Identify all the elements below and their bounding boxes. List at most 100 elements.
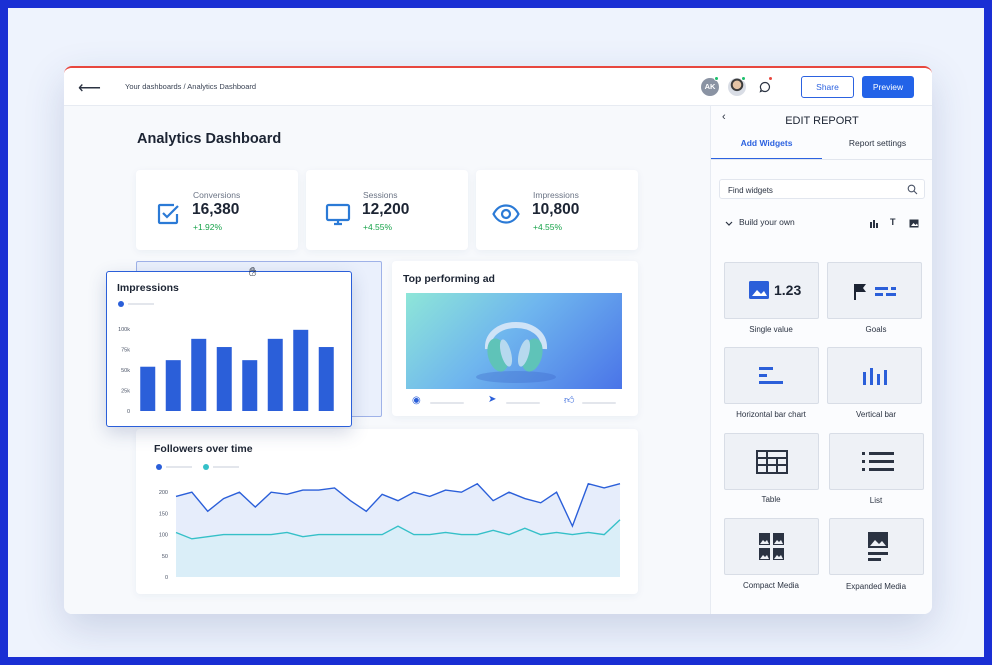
- widget-label: List: [869, 496, 883, 505]
- share-button[interactable]: Share: [801, 76, 854, 98]
- expanded-media-icon: [868, 532, 888, 561]
- kpi-card-conversions[interactable]: Conversions 16,380 +1.92%: [136, 170, 298, 250]
- widget-vertical-bar[interactable]: [827, 347, 922, 404]
- table-icon: [756, 450, 788, 474]
- app-window: ⟵ Your dashboards / Analytics Dashboard …: [64, 66, 932, 614]
- image-icon[interactable]: [909, 219, 919, 228]
- widget-label: Single value: [749, 325, 793, 334]
- edit-report-panel: ‹ EDIT REPORT Add Widgets Report setting…: [710, 106, 932, 614]
- breadcrumb[interactable]: Your dashboards / Analytics Dashboard: [125, 82, 256, 91]
- online-status-dot: [714, 76, 719, 81]
- impressions-chart: 100k 75k 50k 25k 0: [118, 301, 334, 415]
- metric-bar: [506, 402, 540, 404]
- bar: [293, 329, 309, 411]
- ad-image: [406, 293, 622, 389]
- text-icon[interactable]: T: [890, 217, 896, 227]
- kpi-label: Impressions: [533, 190, 579, 200]
- tab-add-widgets[interactable]: Add Widgets: [711, 138, 822, 160]
- vertical-bar-icon: [863, 368, 887, 385]
- page-title: Analytics Dashboard: [137, 131, 282, 147]
- widget-label: Horizontal bar chart: [736, 410, 806, 419]
- notification-dot: [768, 76, 773, 81]
- bar: [216, 347, 232, 411]
- legend-swatch: [118, 301, 124, 307]
- headphones-image: [476, 322, 556, 383]
- y-tick-label: 100k: [118, 327, 130, 333]
- widget-list[interactable]: [829, 433, 924, 490]
- eye-icon: ◉: [412, 395, 421, 406]
- widget-label: Compact Media: [742, 581, 800, 590]
- share-arrow-icon: ➤: [488, 394, 497, 405]
- widget-compact-media[interactable]: [724, 518, 819, 575]
- y-tick-label: 100: [159, 533, 168, 539]
- y-tick-label: 25k: [121, 389, 130, 395]
- legend-label-placeholder: [166, 466, 192, 468]
- back-arrow-icon[interactable]: ⟵: [78, 78, 101, 98]
- kpi-card-sessions[interactable]: Sessions 12,200 +4.55%: [306, 170, 468, 250]
- top-bar: ⟵ Your dashboards / Analytics Dashboard …: [64, 68, 932, 106]
- kpi-card-impressions[interactable]: Impressions 10,800 +4.55%: [476, 170, 638, 250]
- widget-label: Vertical bar: [855, 410, 897, 419]
- kpi-change: +4.55%: [533, 222, 563, 232]
- kpi-label: Conversions: [193, 190, 241, 200]
- metric-bar: [430, 402, 464, 404]
- metric-bar: [582, 402, 616, 404]
- card-title: Top performing ad: [403, 273, 495, 285]
- single-value-sample: 1.23: [774, 282, 802, 298]
- search-icon[interactable]: [907, 184, 918, 195]
- legend-swatch: [203, 464, 209, 470]
- bar: [267, 338, 283, 411]
- horizontal-bar-icon: [759, 367, 783, 384]
- widget-horizontal-bar-chart[interactable]: [724, 347, 819, 404]
- bar: [318, 347, 334, 411]
- compact-media-icon: [759, 533, 784, 560]
- y-tick-label: 50: [162, 554, 168, 560]
- image-icon: [749, 281, 769, 299]
- bar: [242, 360, 258, 411]
- bar: [140, 366, 156, 411]
- online-status-dot: [741, 76, 746, 81]
- y-tick-label: 50k: [121, 368, 130, 374]
- y-tick-label: 75k: [121, 348, 130, 354]
- flag-icon: [854, 284, 896, 300]
- chat-icon[interactable]: [758, 80, 772, 94]
- widget-label: Expanded Media: [845, 582, 907, 591]
- checkbox-icon: [157, 203, 179, 225]
- eye-icon: [492, 204, 520, 224]
- grab-cursor-icon: ✋︎: [249, 264, 257, 279]
- y-tick-label: 0: [165, 575, 168, 581]
- section-build-your-own[interactable]: Build your own: [739, 217, 795, 227]
- tab-divider: [711, 159, 932, 160]
- widget-search[interactable]: [719, 179, 925, 200]
- monitor-icon: [325, 203, 351, 226]
- kpi-value: 12,200: [362, 201, 410, 218]
- kpi-value: 10,800: [532, 201, 580, 218]
- y-tick-label: 150: [159, 511, 168, 517]
- search-input[interactable]: [720, 181, 900, 200]
- dashboard-canvas: Analytics Dashboard Conversions 16,380 +…: [64, 106, 710, 614]
- tab-report-settings[interactable]: Report settings: [822, 138, 932, 160]
- thumbs-up-icon: 👍︎: [564, 395, 575, 406]
- followers-chart: 200 150 100 50 0: [156, 464, 621, 581]
- kpi-change: +1.92%: [193, 222, 223, 232]
- impressions-card-dragging[interactable]: Impressions 100k 75k 50k 25k 0: [106, 271, 352, 427]
- widget-expanded-media[interactable]: [829, 518, 924, 575]
- bar: [191, 338, 207, 411]
- panel-title: EDIT REPORT: [785, 115, 859, 127]
- widget-table[interactable]: [724, 433, 819, 490]
- kpi-value: 16,380: [192, 201, 240, 218]
- widget-goals[interactable]: [827, 262, 922, 319]
- preview-button[interactable]: Preview: [862, 76, 914, 98]
- chevron-down-icon[interactable]: [725, 221, 733, 227]
- widget-single-value[interactable]: 1.23: [724, 262, 819, 319]
- legend-label-placeholder: [213, 466, 239, 468]
- legend-swatch: [156, 464, 162, 470]
- followers-card[interactable]: Followers over time 200 150 100 50 0: [136, 429, 638, 594]
- kpi-change: +4.55%: [363, 222, 393, 232]
- list-icon: [862, 452, 894, 471]
- bar: [165, 360, 181, 411]
- top-ad-card[interactable]: Top performing ad ◉ ➤ 👍︎: [392, 261, 638, 416]
- bar-chart-icon[interactable]: [869, 219, 879, 228]
- widget-label: Table: [761, 495, 781, 504]
- widget-label: Goals: [865, 325, 887, 334]
